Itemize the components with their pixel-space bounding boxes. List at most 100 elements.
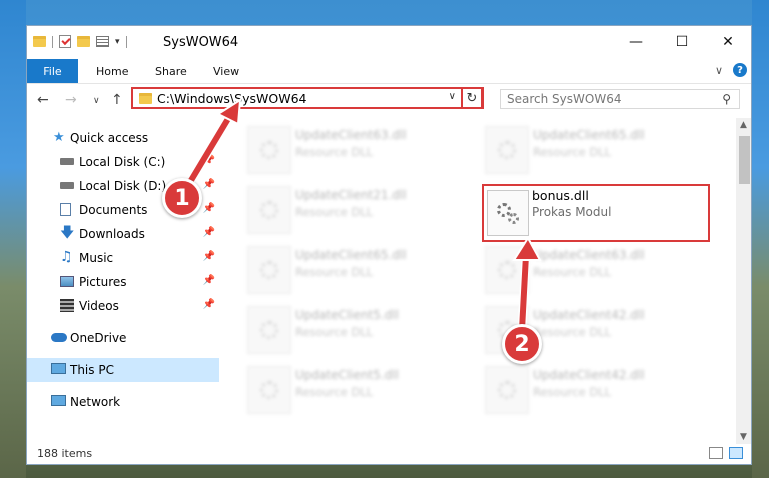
scroll-up-arrow-icon[interactable]: ▲ — [740, 120, 747, 130]
list-item[interactable]: UpdateClient42.dll Resource DLL — [457, 364, 687, 418]
address-bar[interactable]: C:\Windows\SysWOW64 ∨ — [131, 87, 484, 109]
dll-file-icon — [247, 366, 291, 414]
pin-icon[interactable]: 📌 — [203, 227, 215, 238]
pin-icon[interactable]: 📌 — [203, 203, 215, 214]
search-box[interactable]: Search SysWOW64 ⚲ — [500, 89, 740, 109]
sidebar-item-local-disk-c[interactable]: Local Disk (C:) 📌 — [27, 150, 219, 174]
file-name: UpdateClient42.dll — [533, 308, 645, 322]
cloud-icon — [51, 333, 67, 342]
tab-file[interactable]: File — [27, 59, 78, 83]
sidebar-item-downloads[interactable]: 🡇 Downloads 📌 — [27, 222, 219, 246]
sidebar-item-label: Pictures — [79, 275, 127, 289]
sidebar-item-label: Local Disk (C:) — [79, 155, 166, 169]
details-view-button[interactable] — [709, 447, 723, 459]
file-description: Resource DLL — [295, 325, 374, 339]
file-name: UpdateClient65.dll — [295, 248, 407, 262]
sidebar-item-this-pc[interactable]: This PC — [27, 358, 219, 382]
item-count: 188 items — [37, 447, 93, 460]
pin-icon[interactable]: 📌 — [203, 179, 215, 190]
dll-file-icon — [247, 306, 291, 354]
sidebar-item-label: Downloads — [79, 227, 145, 241]
sidebar-item-label: This PC — [70, 363, 114, 377]
list-item[interactable]: UpdateClient63.dll Resource DLL — [457, 244, 687, 298]
refresh-button[interactable]: ↻ — [461, 87, 483, 109]
maximize-button[interactable]: ☐ — [659, 26, 705, 58]
toolbar-divider — [52, 35, 53, 48]
tab-view[interactable]: View — [213, 59, 239, 83]
back-arrow-icon[interactable]: ← — [37, 92, 49, 108]
pin-icon[interactable]: 📌 — [203, 155, 215, 166]
sidebar-item-quick-access[interactable]: ★ Quick access — [27, 126, 219, 150]
file-name: UpdateClient42.dll — [533, 368, 645, 382]
highlighted-file-bonus-dll[interactable]: bonus.dll Prokas Modul — [482, 184, 710, 242]
address-dropdown-chevron-icon[interactable]: ∨ — [449, 91, 456, 102]
dll-file-icon — [485, 246, 529, 294]
file-name: bonus.dll — [532, 188, 589, 203]
title-bar: ▾ SysWOW64 — ☐ ✕ — [27, 26, 751, 59]
sidebar-item-videos[interactable]: Videos 📌 — [27, 294, 219, 318]
help-icon[interactable]: ? — [733, 63, 747, 77]
drive-icon — [60, 158, 74, 165]
list-item[interactable]: UpdateClient42.dll Resource DLL — [457, 304, 687, 358]
list-item[interactable]: UpdateClient21.dll Resource DLL — [219, 184, 449, 238]
vertical-scrollbar[interactable]: ▲ ▼ — [736, 118, 751, 444]
desktop-background-right — [752, 0, 769, 478]
file-description: Resource DLL — [295, 265, 374, 279]
sidebar-item-network[interactable]: Network — [27, 390, 219, 414]
sidebar-item-label: OneDrive — [70, 331, 127, 345]
tab-share[interactable]: Share — [155, 59, 187, 83]
computer-icon — [51, 363, 66, 374]
music-icon: ♫ — [60, 249, 73, 265]
list-item[interactable]: UpdateClient65.dll Resource DLL — [457, 124, 687, 178]
chevron-down-icon[interactable]: ▾ — [115, 37, 120, 47]
file-description: Resource DLL — [533, 385, 612, 399]
quick-access-toolbar: ▾ — [33, 35, 127, 48]
desktop-background-left — [0, 0, 26, 478]
sidebar-item-onedrive[interactable]: OneDrive — [27, 326, 219, 350]
sidebar-item-label: Music — [79, 251, 114, 265]
expand-ribbon-chevron-icon[interactable]: ∨ — [715, 64, 723, 77]
file-description: Resource DLL — [295, 205, 374, 219]
up-arrow-icon[interactable]: ↑ — [111, 92, 123, 108]
file-name: UpdateClient5.dll — [295, 368, 399, 382]
list-item[interactable]: UpdateClient5.dll Resource DLL — [219, 364, 449, 418]
list-item[interactable]: UpdateClient65.dll Resource DLL — [219, 244, 449, 298]
new-folder-icon[interactable] — [77, 36, 90, 47]
status-bar: 188 items — [27, 444, 751, 464]
file-description: Resource DLL — [295, 145, 374, 159]
minimize-button[interactable]: — — [613, 26, 659, 58]
tab-home[interactable]: Home — [96, 59, 128, 83]
toolbar-divider — [125, 35, 127, 48]
folder-icon — [139, 93, 152, 104]
callout-two: 2 — [502, 324, 542, 364]
dll-file-icon — [247, 246, 291, 294]
forward-arrow-icon[interactable]: → — [65, 92, 77, 108]
sidebar-item-label: Quick access — [70, 131, 149, 145]
sidebar-item-music[interactable]: ♫ Music 📌 — [27, 246, 219, 270]
tiles-view-button[interactable] — [729, 447, 743, 459]
file-explorer-window: ▾ SysWOW64 — ☐ ✕ File Home Share View ∨ … — [26, 25, 752, 465]
pin-icon[interactable]: 📌 — [203, 299, 215, 310]
file-name: UpdateClient21.dll — [295, 188, 407, 202]
address-path[interactable]: C:\Windows\SysWOW64 — [157, 91, 306, 106]
scrollbar-thumb[interactable] — [739, 136, 750, 184]
recent-locations-chevron-icon[interactable]: ∨ — [93, 96, 100, 106]
dll-file-icon — [485, 366, 529, 414]
list-item[interactable]: UpdateClient5.dll Resource DLL — [219, 304, 449, 358]
sidebar-item-label: Local Disk (D:) — [79, 179, 167, 193]
window-controls: — ☐ ✕ — [613, 26, 751, 58]
properties-check-icon[interactable] — [59, 35, 71, 48]
sidebar-item-pictures[interactable]: Pictures 📌 — [27, 270, 219, 294]
file-description: Resource DLL — [533, 145, 612, 159]
pin-icon[interactable]: 📌 — [203, 275, 215, 286]
navigation-pane: ★ Quick access Local Disk (C:) 📌 Local D… — [27, 118, 219, 444]
sidebar-item-label: Documents — [79, 203, 148, 217]
download-icon: 🡇 — [60, 225, 75, 241]
file-description: Resource DLL — [533, 325, 612, 339]
list-item[interactable]: UpdateClient63.dll Resource DLL — [219, 124, 449, 178]
pin-icon[interactable]: 📌 — [203, 251, 215, 262]
scroll-down-arrow-icon[interactable]: ▼ — [740, 432, 747, 442]
close-button[interactable]: ✕ — [705, 26, 751, 58]
search-input[interactable]: Search SysWOW64 — [507, 92, 621, 106]
properties-list-icon[interactable] — [96, 36, 109, 47]
